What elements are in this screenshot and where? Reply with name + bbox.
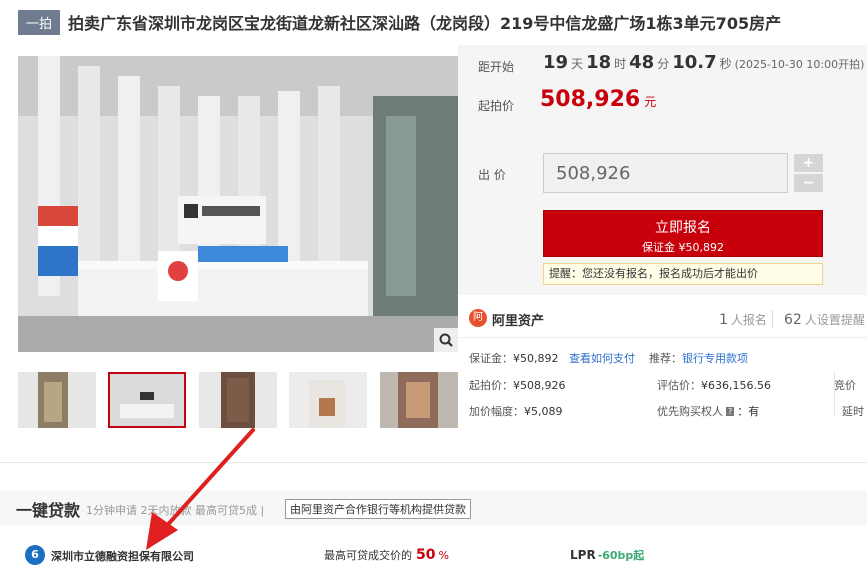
appraisal-value: ¥636,156.56: [701, 379, 771, 392]
countdown-seconds: 10.7: [672, 52, 717, 73]
how-to-pay-wrap: 查看如何支付: [569, 350, 635, 366]
extend-row: 延时: [842, 403, 864, 419]
signup-count: 1 人报名: [719, 311, 767, 328]
loan-header: 一键贷款 1分钟申请 2天内放款 最高可贷5成 | 由阿里资产合作银行等机构提供…: [0, 490, 867, 526]
title-row: 一拍 拍卖广东省深圳市龙岗区宝龙街道龙新社区深汕路（龙岗段）219号中信龙盛广场…: [18, 9, 781, 35]
auction-round-badge: 一拍: [18, 9, 61, 35]
recommend-row: 推荐：银行专用款项: [649, 350, 748, 366]
signup-button[interactable]: 立即报名 保证金 ¥50,892: [543, 210, 823, 257]
thumbnail-5[interactable]: [380, 372, 458, 428]
loan-ratio: 最高可贷成交价的 50%: [324, 547, 449, 563]
platform-row: 阿 阿里资产 1 人报名 62 人设置提醒: [458, 298, 867, 338]
countdown-days: 19: [543, 52, 569, 73]
detail-start-label: 起拍价：: [469, 379, 513, 392]
bid-input[interactable]: 508,926: [543, 153, 788, 193]
loan-ratio-label: 最高可贷成交价的: [324, 549, 412, 562]
start-price-label: 起拍价: [478, 99, 515, 113]
increment-label: 加价幅度：: [469, 405, 524, 418]
priority-label: 优先购买权人: [657, 405, 723, 418]
thumbnail-4[interactable]: [289, 372, 367, 428]
start-price-value: 508,926: [540, 87, 641, 112]
platform-name: 阿里资产: [492, 314, 545, 329]
ali-assets-logo-icon: 阿: [469, 309, 487, 327]
bid-cut-row: 竞价: [834, 377, 867, 393]
loan-title: 一键贷款: [16, 501, 81, 520]
thumbnail-1[interactable]: [18, 372, 96, 428]
loan-provider-tag: 由阿里资产合作银行等机构提供贷款: [285, 499, 471, 519]
countdown-hours-unit: 时: [614, 57, 627, 71]
help-icon[interactable]: ?: [726, 407, 735, 416]
loan-ratio-value: 50: [416, 547, 436, 563]
appraisal-row: 评估价：¥636,156.56: [657, 377, 771, 393]
start-time: (2025-10-30 10:00开拍): [734, 58, 865, 71]
lpr-value: -60bp起: [597, 549, 645, 562]
countdown-seconds-unit: 秒: [719, 57, 732, 71]
start-price: 508,926 元: [540, 87, 656, 112]
priority-row: 优先购买权人? ：有: [657, 403, 759, 419]
deposit-label: 保证金：: [469, 352, 513, 365]
lender-name: 深圳市立德融资担保有限公司: [51, 550, 194, 563]
recommend-label: 推荐：: [649, 352, 682, 365]
page-title: 拍卖广东省深圳市龙岗区宝龙街道龙新社区深汕路（龙岗段）219号中信龙盛广场1栋3…: [68, 14, 782, 33]
thumbnail-3[interactable]: [199, 372, 277, 428]
bid-label: 出 价: [478, 168, 506, 182]
loan-subtitle: 1分钟申请 2天内放款 最高可贷5成 |: [86, 504, 265, 517]
signup-deposit: 保证金 ¥50,892: [642, 241, 724, 254]
lobby-photo: [18, 56, 458, 352]
bid-cut-label: 竞价: [834, 379, 856, 392]
loan-ratio-unit: %: [438, 549, 449, 562]
detail-start-value: ¥508,926: [513, 379, 566, 392]
reminder-count: 62 人设置提醒: [784, 311, 865, 328]
start-price-row: 起拍价：¥508,926: [469, 377, 566, 393]
deposit-row: 保证金：¥50,892: [469, 350, 559, 366]
main-property-image[interactable]: [18, 56, 458, 352]
countdown-minutes-unit: 分: [657, 57, 670, 71]
signup-button-label: 立即报名: [655, 220, 711, 236]
column-divider: [834, 372, 835, 417]
start-price-unit: 元: [644, 95, 657, 109]
lpr-label: LPR: [570, 548, 596, 562]
thumbnail-strip: [18, 372, 458, 430]
increase-bid-button[interactable]: +: [794, 154, 823, 172]
lpr-rate: LPR -60bp起: [570, 547, 644, 563]
auction-info-panel: 距开始 19 天 18 时 48 分 10.7 秒 (2025-10-30 10:00开拍) 起…: [458, 45, 867, 130]
lender-logo-icon: 6: [25, 545, 45, 565]
loan-offer-row[interactable]: 6 深圳市立德融资担保有限公司 最高可贷成交价的 50% LPR -60bp起: [0, 540, 867, 574]
countdown-days-unit: 天: [571, 57, 584, 71]
deposit-value: ¥50,892: [513, 352, 559, 365]
bid-panel: 出 价 508,926 + − 立即报名 保证金 ¥50,892 提醒：您还没有…: [458, 130, 867, 295]
countdown-timer: 19 天 18 时 48 分 10.7 秒 (2025-10-30 10:00开拍): [543, 52, 864, 73]
stat-divider: [772, 310, 773, 328]
countdown-hours: 18: [586, 52, 612, 73]
bank-loan-link[interactable]: 银行专用款项: [682, 352, 748, 365]
magnifier-icon[interactable]: [434, 328, 458, 352]
signup-count-value: 1: [719, 312, 728, 328]
increment-row: 加价幅度：¥5,089: [469, 403, 563, 419]
extend-label: 延时: [842, 405, 864, 418]
how-to-pay-link[interactable]: 查看如何支付: [569, 352, 635, 365]
appraisal-label: 评估价：: [657, 379, 701, 392]
decrease-bid-button[interactable]: −: [794, 174, 823, 192]
reminder-count-label: 人设置提醒: [804, 313, 865, 327]
reminder-count-value: 62: [784, 312, 802, 328]
thumbnail-2[interactable]: [108, 372, 186, 428]
priority-value: ：有: [737, 405, 760, 418]
signup-reminder: 提醒：您还没有报名，报名成功后才能出价: [543, 263, 823, 285]
signup-count-label: 人报名: [730, 313, 767, 327]
increment-value: ¥5,089: [524, 405, 563, 418]
countdown-minutes: 48: [629, 52, 655, 73]
countdown-label: 距开始: [478, 60, 515, 74]
section-divider: [0, 462, 867, 463]
